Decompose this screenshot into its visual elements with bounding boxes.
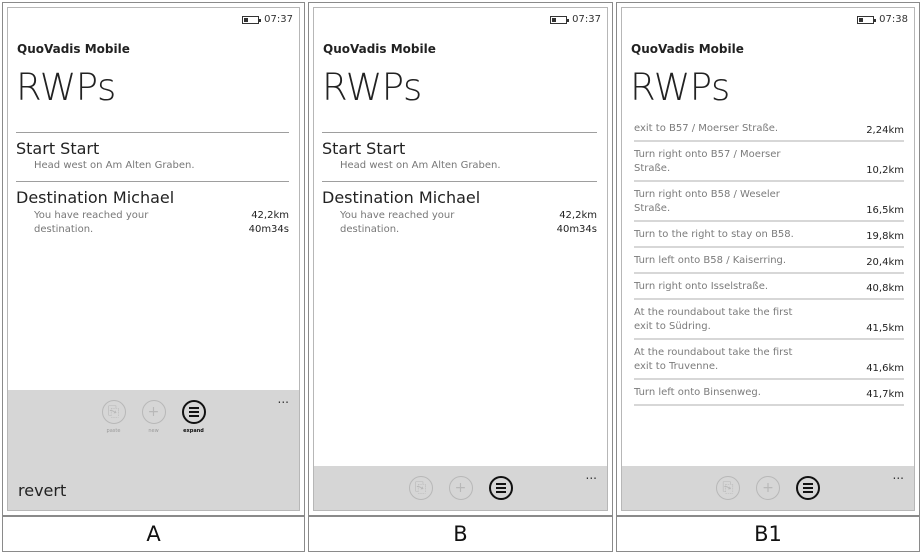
app-bar: ⎘ + ... [314, 466, 607, 510]
app-bar-expanded: ⎘ paste + new expand ... revert [8, 390, 299, 510]
route-step-text: Turn left onto B58 / Kaiserring. [634, 255, 787, 266]
route-step-distance: 2,24km [866, 125, 904, 136]
list-item-start[interactable]: Start Start Head west on Am Alten Graben… [16, 139, 289, 173]
expand-button[interactable]: expand [181, 400, 206, 434]
phone-screen-b: 07:37 QuoVadis Mobile RWPs Start Start H… [313, 7, 608, 511]
status-bar: 07:37 [550, 14, 601, 25]
destination-distance: 42,2km [251, 210, 289, 221]
paste-icon: ⎘ [101, 400, 126, 424]
more-menu-button[interactable]: ... [893, 468, 904, 482]
page-title: RWPs [16, 66, 116, 109]
list-icon[interactable] [796, 476, 820, 500]
new-button[interactable]: + new [141, 400, 166, 434]
route-step-list: exit to B57 / Moerser Straße. 2,24km Tur… [634, 122, 904, 406]
destination-desc: You have reached your destination. [340, 210, 455, 235]
route-step-distance: 20,4km [866, 257, 904, 268]
paste-label: paste [106, 428, 121, 434]
route-step-text: Turn to the right to stay on B58. [634, 229, 794, 240]
battery-icon [550, 15, 570, 24]
route-step-text: At the roundabout take the first exit to… [634, 307, 793, 332]
divider [16, 181, 289, 182]
paste-button[interactable]: ⎘ paste [101, 400, 126, 434]
route-step-distance: 41,6km [866, 363, 904, 374]
start-desc: Head west on Am Alten Graben. [340, 160, 501, 171]
phone-screen-b1: 07:38 QuoVadis Mobile RWPs exit to B57 /… [621, 7, 915, 511]
paste-icon[interactable]: ⎘ [716, 476, 740, 500]
status-bar: 07:37 [242, 14, 293, 25]
page-title: RWPs [322, 66, 422, 109]
expand-label: expand [183, 428, 204, 434]
divider [322, 132, 597, 133]
more-menu-button[interactable]: ... [278, 392, 289, 406]
divider [322, 181, 597, 182]
battery-icon [242, 15, 262, 24]
route-step-distance: 41,5km [866, 323, 904, 334]
panel-label-b1: B1 [616, 516, 920, 552]
battery-icon [857, 15, 877, 24]
waypoint-list: Start Start Head west on Am Alten Graben… [16, 132, 289, 237]
route-step-distance: 10,2km [866, 165, 904, 176]
route-step-text: Turn left onto Binsenweg. [634, 387, 761, 398]
clock: 07:38 [879, 14, 908, 25]
list-item-start[interactable]: Start Start Head west on Am Alten Graben… [322, 139, 597, 173]
start-title: Start Start [16, 139, 100, 158]
panel-label-a: A [2, 516, 305, 552]
route-step-distance: 41,7km [866, 389, 904, 400]
destination-title: Destination Michael [16, 188, 175, 207]
route-step-text: Turn right onto Isselstraße. [634, 281, 769, 292]
list-item-destination[interactable]: Destination Michael You have reached you… [322, 188, 597, 237]
app-title: QuoVadis Mobile [17, 42, 130, 56]
route-step-text: Turn right onto B58 / Weseler Straße. [634, 189, 780, 214]
route-step-distance: 16,5km [866, 205, 904, 216]
list-icon[interactable] [488, 476, 513, 500]
new-label: new [148, 428, 159, 434]
plus-icon[interactable]: + [448, 476, 473, 500]
divider [16, 132, 289, 133]
panel-b1: 07:38 QuoVadis Mobile RWPs exit to B57 /… [616, 2, 920, 516]
list-item[interactable]: Turn left onto Binsenweg. 41,7km [634, 380, 904, 406]
list-item[interactable]: At the roundabout take the first exit to… [634, 340, 904, 380]
list-item[interactable]: Turn right onto Isselstraße. 40,8km [634, 274, 904, 300]
clock: 07:37 [264, 14, 293, 25]
panel-a: 07:37 QuoVadis Mobile RWPs Start Start H… [2, 2, 305, 516]
revert-menu-item[interactable]: revert [18, 481, 66, 500]
list-item[interactable]: At the roundabout take the first exit to… [634, 300, 904, 340]
destination-duration: 40m34s [556, 224, 597, 235]
status-bar: 07:38 [857, 14, 908, 25]
panel-b: 07:37 QuoVadis Mobile RWPs Start Start H… [308, 2, 613, 516]
panel-label-b: B [308, 516, 613, 552]
plus-icon: + [141, 400, 166, 424]
page-title: RWPs [630, 66, 730, 109]
app-bar: ⎘ + ... [622, 466, 914, 510]
destination-duration: 40m34s [248, 224, 289, 235]
app-title: QuoVadis Mobile [631, 42, 744, 56]
destination-distance: 42,2km [559, 210, 597, 221]
list-item-destination[interactable]: Destination Michael You have reached you… [16, 188, 289, 237]
route-step-distance: 19,8km [866, 231, 904, 242]
list-item[interactable]: Turn right onto B58 / Weseler Straße. 16… [634, 182, 904, 222]
route-step-distance: 40,8km [866, 283, 904, 294]
list-item[interactable]: Turn left onto B58 / Kaiserring. 20,4km [634, 248, 904, 274]
more-menu-button[interactable]: ... [586, 468, 597, 482]
plus-icon[interactable]: + [756, 476, 780, 500]
list-item[interactable]: Turn right onto B57 / Moerser Straße. 10… [634, 142, 904, 182]
destination-title: Destination Michael [322, 188, 481, 207]
route-step-text: At the roundabout take the first exit to… [634, 347, 793, 372]
list-icon [181, 400, 206, 424]
clock: 07:37 [572, 14, 601, 25]
app-title: QuoVadis Mobile [323, 42, 436, 56]
route-step-text: exit to B57 / Moerser Straße. [634, 123, 779, 134]
route-step-text: Turn right onto B57 / Moerser Straße. [634, 149, 781, 174]
comparison-grid: 07:37 QuoVadis Mobile RWPs Start Start H… [0, 0, 922, 553]
start-title: Start Start [322, 139, 406, 158]
start-desc: Head west on Am Alten Graben. [34, 160, 195, 171]
waypoint-list: Start Start Head west on Am Alten Graben… [322, 132, 597, 237]
list-item[interactable]: Turn to the right to stay on B58. 19,8km [634, 222, 904, 248]
paste-icon[interactable]: ⎘ [408, 476, 433, 500]
list-item[interactable]: exit to B57 / Moerser Straße. 2,24km [634, 122, 904, 142]
phone-screen-a: 07:37 QuoVadis Mobile RWPs Start Start H… [7, 7, 300, 511]
destination-desc: You have reached your destination. [34, 210, 149, 235]
